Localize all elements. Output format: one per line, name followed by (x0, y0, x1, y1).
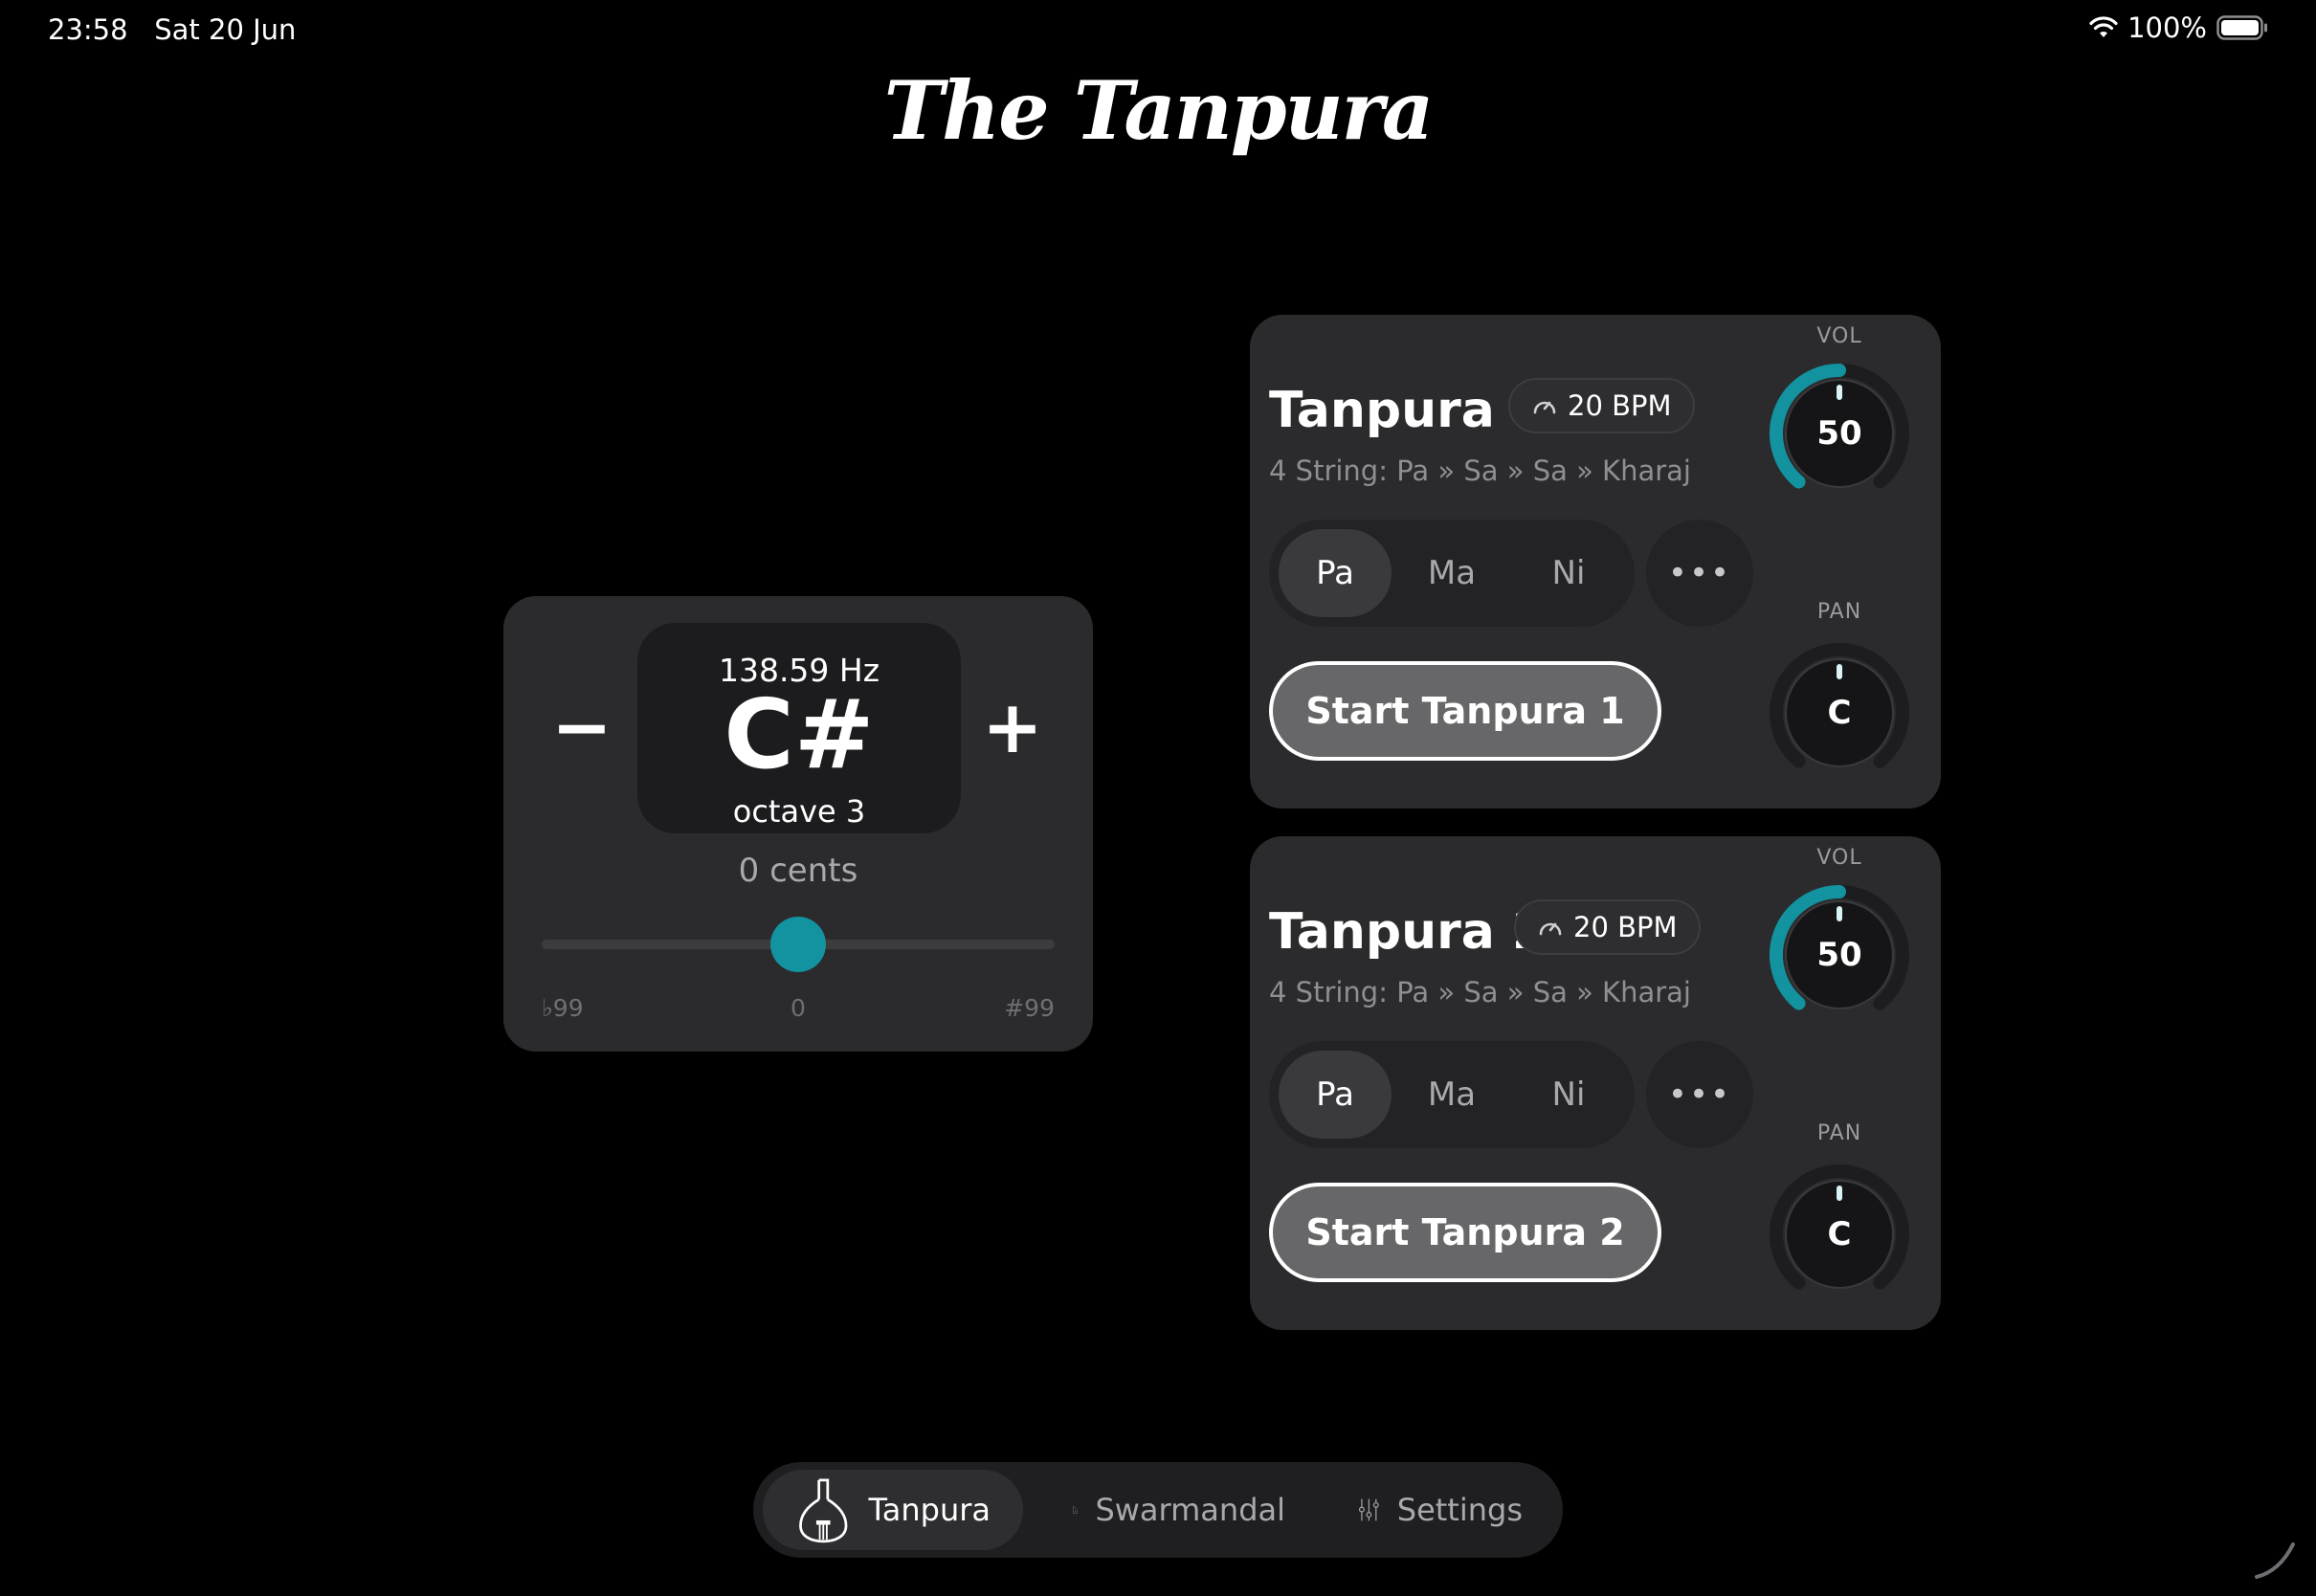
cents-max-label: #99 (1004, 994, 1055, 1022)
tanpura-card-2: Tanpura 2 20 BPM 4 String: Pa » Sa » Sa … (1250, 836, 1941, 1330)
pan-knob[interactable]: C (1761, 1156, 1918, 1313)
vol-label: VOL (1816, 846, 1862, 870)
pan-label: PAN (1816, 1121, 1862, 1145)
tuner-card: − 138.59 Hz C# octave 3 + 0 cents ♭99 0 … (503, 596, 1093, 1052)
tanpura-title: Tanpura 2 (1269, 903, 1548, 961)
option-ni[interactable]: Ni (1512, 529, 1625, 617)
octave-label: octave 3 (732, 793, 866, 830)
tab-label: Swarmandal (1095, 1492, 1285, 1528)
volume-value: 50 (1816, 936, 1862, 974)
tanpura-icon (799, 1478, 848, 1543)
speedometer-icon (1533, 401, 1556, 414)
sliders-icon (1358, 1498, 1379, 1521)
option-pa[interactable]: Pa (1279, 529, 1392, 617)
app-logo: The Tanpura (883, 63, 1435, 158)
increase-note-button[interactable]: + (974, 684, 1051, 769)
note-selector: Pa Ma Ni (1269, 1041, 1635, 1148)
decrease-note-button[interactable]: − (544, 684, 620, 769)
tab-bar: Tanpura Swarmandal Settings (753, 1462, 1563, 1558)
more-options-button[interactable]: ••• (1646, 1041, 1753, 1148)
status-time: 23:58 (48, 13, 128, 46)
resize-handle-icon (2255, 1542, 2295, 1579)
tanpura-card-1: Tanpura 1 20 BPM 4 String: Pa » Sa » Sa … (1250, 315, 1941, 809)
pan-knob[interactable]: C (1761, 634, 1918, 791)
volume-knob[interactable]: 50 (1761, 876, 1918, 1033)
status-date: Sat 20 Jun (154, 13, 297, 46)
tab-settings[interactable]: Settings (1325, 1470, 1555, 1550)
status-bar-right: 100% (2089, 11, 2268, 44)
volume-knob[interactable]: 50 (1761, 355, 1918, 512)
tab-label: Tanpura (868, 1492, 991, 1528)
battery-icon (2216, 15, 2267, 40)
option-ma[interactable]: Ma (1395, 1051, 1508, 1139)
swarmandal-icon (1073, 1506, 1078, 1514)
start-tanpura-2-button[interactable]: Start Tanpura 2 (1269, 1183, 1661, 1282)
bpm-value: 20 BPM (1573, 911, 1678, 943)
note-name: C# (724, 678, 875, 790)
vol-label: VOL (1816, 324, 1862, 348)
wifi-icon (2089, 16, 2118, 37)
more-options-button[interactable]: ••• (1646, 520, 1753, 627)
tab-tanpura[interactable]: Tanpura (763, 1470, 1023, 1550)
cents-slider-thumb[interactable] (770, 917, 826, 972)
pan-label: PAN (1816, 600, 1862, 624)
option-ma[interactable]: Ma (1395, 529, 1508, 617)
note-selector: Pa Ma Ni (1269, 520, 1635, 627)
bpm-badge[interactable]: 20 BPM (1514, 899, 1701, 955)
bpm-badge[interactable]: 20 BPM (1508, 378, 1695, 433)
status-bar-time: 23:58 Sat 20 Jun (48, 13, 296, 46)
bpm-value: 20 BPM (1568, 389, 1672, 422)
pan-value: C (1827, 1215, 1852, 1253)
speedometer-icon (1539, 922, 1562, 936)
tab-label: Settings (1396, 1492, 1523, 1528)
option-pa[interactable]: Pa (1279, 1051, 1392, 1139)
tab-swarmandal[interactable]: Swarmandal (1040, 1470, 1318, 1550)
tanpura-title: Tanpura 1 (1269, 382, 1548, 439)
volume-value: 50 (1816, 414, 1862, 453)
cents-label: 0 cents (738, 852, 858, 890)
battery-percent: 100% (2127, 11, 2207, 44)
start-tanpura-1-button[interactable]: Start Tanpura 1 (1269, 661, 1661, 761)
string-config: 4 String: Pa » Sa » Sa » Kharaj (1269, 976, 1691, 1009)
string-config: 4 String: Pa » Sa » Sa » Kharaj (1269, 454, 1691, 487)
pan-value: C (1827, 694, 1852, 732)
option-ni[interactable]: Ni (1512, 1051, 1625, 1139)
note-display: 138.59 Hz C# octave 3 (637, 623, 961, 833)
